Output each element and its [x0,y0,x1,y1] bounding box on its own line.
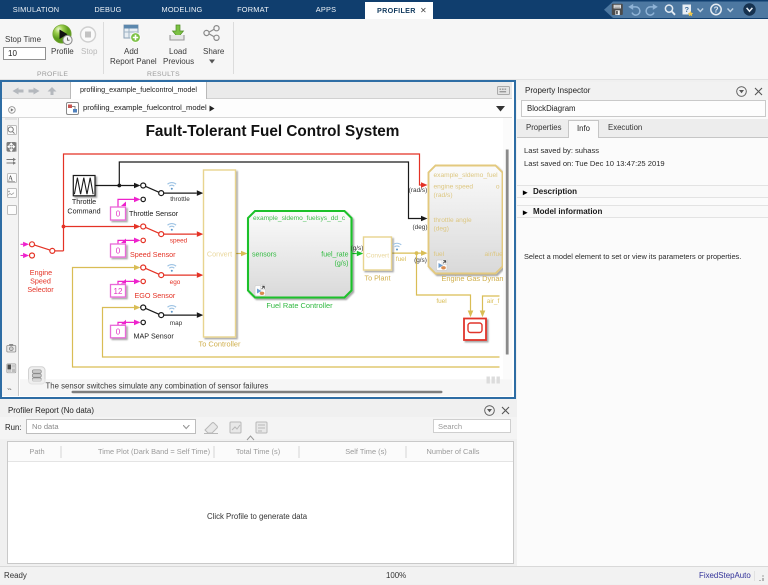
svg-text:throttle: throttle [170,196,190,203]
svg-text:?: ? [685,5,690,14]
svg-text:sensors: sensors [252,252,277,259]
svg-text:0: 0 [115,247,120,256]
svg-text:(g/s): (g/s) [334,261,348,268]
svg-text:To Controller: To Controller [198,340,240,349]
svg-text:(g/s): (g/s) [350,245,363,252]
svg-text:Fuel Rate Controller: Fuel Rate Controller [266,301,333,310]
svg-text:Throttle: Throttle [71,197,95,206]
svg-text:example_sldemo_fuel: example_sldemo_fuel [433,172,498,179]
svg-text:(deg): (deg) [412,224,427,231]
svg-text:ego: ego [169,279,180,286]
svg-text:o: o [495,184,499,191]
svg-text:fuel: fuel [395,256,405,263]
svg-text:Selector: Selector [27,285,54,294]
svg-text:fuel: fuel [436,298,446,305]
svg-text:map: map [169,320,182,327]
svg-text:(deg): (deg) [433,226,448,233]
svg-text:?: ? [714,6,719,15]
svg-text:throttle angle: throttle angle [433,217,471,224]
svg-text:»: » [7,384,12,390]
svg-text:(rad/s): (rad/s) [408,187,426,194]
svg-text:12: 12 [113,287,122,296]
svg-text:(rad/s): (rad/s) [433,192,452,199]
svg-text:0: 0 [115,328,120,337]
svg-text:Command: Command [67,207,100,216]
svg-text:air_f: air_f [486,298,499,305]
svg-text:Convert: Convert [206,250,231,259]
svg-text:Speed Sensor: Speed Sensor [130,250,176,259]
svg-text:MAP Sensor: MAP Sensor [133,332,174,341]
svg-text:speed: speed [169,238,187,245]
svg-text:fuel_rate: fuel_rate [321,252,348,259]
svg-text:To Plant: To Plant [364,274,390,283]
svg-text:example_sldemo_fuelsys_dd_c: example_sldemo_fuelsys_dd_c [253,215,346,222]
svg-text:Throttle Sensor: Throttle Sensor [129,209,179,218]
svg-text:(g/s): (g/s) [414,257,427,264]
svg-text:engine speed: engine speed [433,184,473,191]
svg-text:Convert: Convert [365,253,388,260]
svg-text:Fault-Tolerant Fuel Control Sy: Fault-Tolerant Fuel Control System [145,123,399,140]
svg-text:Engine Gas Dynamics: Engine Gas Dynamics [441,274,512,283]
svg-text:fuel: fuel [433,251,444,258]
svg-text:0: 0 [115,210,120,219]
svg-text:EGO Sensor: EGO Sensor [134,291,175,300]
svg-text:The sensor switches simulate a: The sensor switches simulate any combina… [45,382,268,391]
